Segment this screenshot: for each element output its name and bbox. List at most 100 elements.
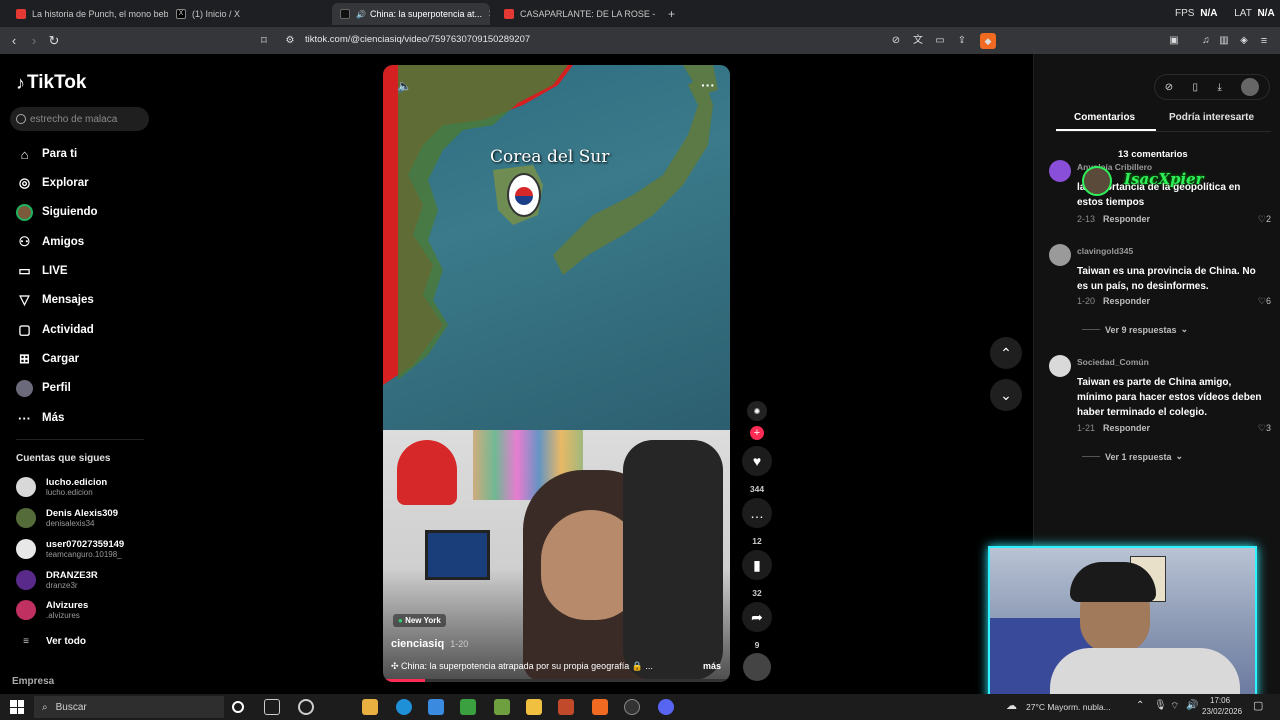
site-info-icon[interactable]: ⚙: [282, 33, 298, 49]
tiktok-logo[interactable]: ♪ TikTok: [16, 72, 86, 94]
forward-icon[interactable]: ›: [26, 33, 42, 49]
microphone-icon[interactable]: 🎙: [1154, 700, 1167, 711]
volume-icon[interactable]: 🔈: [397, 79, 412, 93]
creator-avatar[interactable]: ✺ +: [741, 401, 773, 440]
sidebar-item-amigos[interactable]: ⚇ Amigos: [16, 232, 85, 252]
volume-icon[interactable]: 🔊: [1186, 700, 1198, 711]
share-arrow-icon: ➦: [742, 602, 772, 632]
share-button[interactable]: ➦ 9: [741, 602, 773, 650]
location-badge[interactable]: ● New York: [393, 614, 446, 627]
reply-button[interactable]: Responder: [1103, 423, 1150, 433]
cast-icon[interactable]: ▭: [932, 33, 948, 49]
copilot-icon[interactable]: [298, 699, 314, 715]
korea-flag-icon: [507, 173, 541, 217]
edge-icon[interactable]: [396, 699, 412, 715]
comment-like[interactable]: ♡6: [1258, 296, 1271, 307]
sidebar-item-mensajes[interactable]: ▽ Mensajes: [16, 290, 94, 310]
browser-tab-active[interactable]: 🔊 China: la superpotencia at... ✕: [332, 3, 490, 25]
music-icon[interactable]: ♫: [1198, 33, 1214, 49]
phone-icon[interactable]: ▯: [1193, 82, 1199, 93]
sidebar-item-cargar[interactable]: ⊞ Cargar: [16, 349, 79, 369]
avatar[interactable]: [1049, 244, 1071, 266]
comment-like[interactable]: ♡3: [1258, 423, 1271, 434]
sidebar-item-mas[interactable]: ··· Más: [16, 408, 64, 428]
url-field[interactable]: tiktok.com/@cienciasiq/video/75976307091…: [305, 34, 530, 45]
sidebar-item-actividad[interactable]: ▢ Actividad: [16, 320, 93, 340]
progress-bar[interactable]: [383, 679, 730, 682]
view-replies-button[interactable]: Ver 1 respuesta ⌄: [1082, 451, 1183, 462]
close-tab-icon[interactable]: ✕: [488, 9, 490, 20]
menu-icon[interactable]: ≡: [1256, 33, 1272, 49]
view-replies-button[interactable]: Ver 9 respuestas ⌄: [1082, 324, 1188, 335]
more-link[interactable]: más: [703, 661, 721, 672]
following-account[interactable]: user07027359149 teamcanguro.10198_: [16, 536, 124, 562]
following-account[interactable]: Denis Alexis309 denisalexis34: [16, 505, 118, 531]
avatar[interactable]: [1241, 78, 1260, 96]
live-icon: ▭: [18, 263, 31, 278]
nvidia-icon[interactable]: [460, 699, 476, 715]
tab-comentarios[interactable]: Comentarios: [1074, 112, 1135, 123]
sidebar-item-perfil[interactable]: Perfil: [16, 378, 71, 398]
translate-off-icon[interactable]: ⊘: [888, 33, 904, 49]
avatar[interactable]: [1049, 355, 1071, 377]
following-account[interactable]: Alvizures .alvizures: [16, 597, 88, 623]
back-icon[interactable]: ‹: [6, 33, 22, 49]
tab-podria-interesarte[interactable]: Podría interesarte: [1169, 112, 1254, 123]
windows-start-icon[interactable]: [10, 700, 24, 714]
panel-icon[interactable]: ▥: [1216, 33, 1232, 49]
vpn-shield-icon[interactable]: ◈: [1236, 33, 1252, 49]
comment-like[interactable]: ♡2: [1258, 214, 1271, 225]
clock-date[interactable]: 23/02/2026: [1202, 707, 1242, 716]
reply-button[interactable]: Responder: [1103, 214, 1150, 224]
mail-icon[interactable]: [428, 699, 444, 715]
sidebar-item-siguiendo[interactable]: Siguiendo: [16, 202, 98, 222]
save-button[interactable]: ▮ 32: [741, 550, 773, 598]
comment-button[interactable]: … 12: [741, 498, 773, 546]
video-player[interactable]: Corea del Sur 🔈 ··· ● New York cienciasi…: [383, 65, 730, 682]
sidebar-item-explorar[interactable]: ◎ Explorar: [16, 173, 89, 193]
search-input[interactable]: estrecho de malaca: [10, 107, 149, 131]
more-options-icon[interactable]: ···: [701, 77, 715, 93]
chevron-up-icon[interactable]: ⌃: [1136, 700, 1144, 711]
app-icon[interactable]: [494, 699, 510, 715]
reload-icon[interactable]: ↻: [46, 33, 62, 49]
company-link[interactable]: Empresa: [12, 676, 54, 687]
see-all-link[interactable]: ≡ Ver todo: [16, 628, 86, 654]
browser-tab[interactable]: CASAPARLANTE: DE LA ROSE - YouTu...: [496, 3, 656, 25]
reply-button[interactable]: Responder: [1103, 296, 1150, 306]
avatar[interactable]: [1049, 160, 1071, 182]
previous-video-button[interactable]: ⌃: [990, 337, 1022, 369]
browser-tab[interactable]: X (1) Inicio / X: [168, 3, 328, 25]
brave-icon[interactable]: [592, 699, 608, 715]
sidebar-toggle-icon[interactable]: ▣: [1166, 33, 1182, 49]
weather-text[interactable]: 27°C Mayorm. nubla...: [1026, 702, 1111, 712]
brave-shield-icon[interactable]: ◆: [980, 33, 996, 49]
store-icon[interactable]: [362, 699, 378, 715]
bookmark-icon[interactable]: ⌑: [256, 33, 272, 49]
compass-icon[interactable]: ⊘: [1165, 82, 1173, 93]
clock-time[interactable]: 17:06: [1210, 696, 1230, 705]
task-view-icon[interactable]: [264, 699, 280, 715]
next-video-button[interactable]: ⌄: [990, 379, 1022, 411]
new-tab-button[interactable]: +: [660, 3, 680, 25]
like-button[interactable]: ♥ 344: [741, 446, 773, 494]
cortana-icon[interactable]: [232, 701, 244, 713]
share-icon[interactable]: ⇪: [954, 33, 970, 49]
taskbar-search[interactable]: ⌕ Buscar: [34, 696, 224, 718]
translate-icon[interactable]: 文: [910, 33, 926, 49]
following-account[interactable]: DRANZE3R dranze3r: [16, 567, 98, 593]
file-explorer-icon[interactable]: [526, 699, 542, 715]
following-account[interactable]: lucho.edicion lucho.edicion: [16, 474, 107, 500]
wifi-icon[interactable]: ⌔: [1170, 700, 1179, 713]
video-author[interactable]: cienciasiq 1-20: [391, 638, 468, 650]
browser-tab[interactable]: La historia de Punch, el mono bebé, ...: [8, 3, 168, 25]
notification-icon[interactable]: ▢: [1253, 699, 1263, 712]
download-icon[interactable]: ⤓: [1217, 82, 1221, 93]
discord-icon[interactable]: [658, 699, 674, 715]
sidebar-item-para-ti[interactable]: ⌂ Para ti: [16, 144, 78, 164]
sound-disc[interactable]: [741, 653, 773, 681]
app-icon[interactable]: [558, 699, 574, 715]
obs-icon[interactable]: [624, 699, 640, 715]
follow-plus-icon[interactable]: +: [750, 426, 764, 440]
sidebar-item-live[interactable]: ▭ LIVE: [16, 261, 67, 281]
